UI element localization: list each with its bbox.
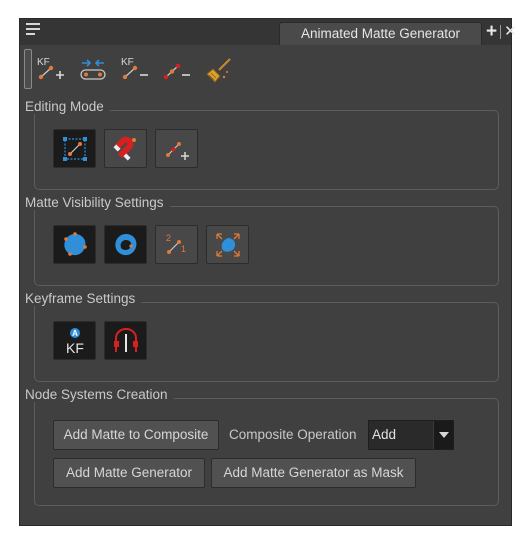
panel-titlebar: Animated Matte Generator + ✕: [20, 19, 517, 45]
set-starting-keyframe-button[interactable]: [78, 55, 108, 85]
magnet-icon: [113, 136, 136, 161]
onion-skin-icon: [114, 328, 138, 352]
add-matte-generator-as-mask-button[interactable]: Add Matte Generator as Mask: [211, 458, 416, 488]
show-inner-contour-button[interactable]: [104, 225, 147, 264]
show-expand-button[interactable]: [206, 225, 249, 264]
matte-visibility-group: Matte Visibility Settings 2 1: [21, 195, 499, 286]
editing-mode-buttons: [53, 129, 198, 168]
add-point-icon: [166, 142, 189, 160]
editing-mode-label: Editing Mode: [21, 99, 110, 114]
svg-text:2: 2: [166, 233, 171, 243]
auto-keyframe-kf-text: KF: [66, 340, 84, 356]
editing-mode-group: Editing Mode: [21, 99, 499, 190]
svg-text:1: 1: [181, 244, 186, 254]
delete-keyframe-icon: KF: [121, 57, 148, 80]
transform-icon: [63, 137, 87, 161]
matte-visibility-label: Matte Visibility Settings: [21, 195, 170, 210]
composite-operation-label: Composite Operation: [229, 427, 357, 442]
remove-point-button[interactable]: [162, 55, 192, 85]
toolbar: KF KF: [36, 55, 234, 85]
node-systems-group: Node Systems Creation Add Matte to Compo…: [21, 387, 499, 506]
add-point-mode-button[interactable]: [155, 129, 198, 168]
add-matte-to-composite-button[interactable]: Add Matte to Composite: [53, 420, 219, 450]
animated-matte-generator-panel: Animated Matte Generator + ✕ KF KF Editi…: [19, 18, 517, 526]
add-tab-icon[interactable]: +: [486, 22, 497, 41]
node-systems-label: Node Systems Creation: [21, 387, 174, 402]
auto-keyframe-icon: A KF: [66, 328, 84, 356]
broom-button[interactable]: [204, 55, 234, 85]
create-keyframe-text: KF: [37, 57, 50, 68]
remove-point-icon: [163, 63, 190, 80]
toolbar-grip-handle[interactable]: [24, 49, 32, 89]
create-keyframe-button[interactable]: KF: [36, 55, 66, 85]
tab-animated-matte-generator[interactable]: Animated Matte Generator: [279, 22, 482, 45]
broom-icon: [206, 58, 231, 83]
keyframe-settings-group: Keyframe Settings A KF: [21, 291, 499, 382]
close-icon[interactable]: ✕: [504, 24, 517, 40]
keyframe-settings-label: Keyframe Settings: [21, 291, 142, 306]
outer-contour-icon: [64, 232, 87, 256]
create-keyframe-icon: KF: [37, 57, 64, 80]
show-point-order-button[interactable]: 2 1: [155, 225, 198, 264]
delete-keyframe-text: KF: [121, 57, 134, 68]
tab-actions-divider: [500, 25, 502, 39]
keyframe-settings-buttons: A KF: [53, 321, 147, 360]
auto-keyframe-button[interactable]: A KF: [53, 321, 96, 360]
point-order-icon: 2 1: [166, 233, 186, 254]
panel-menu-icon[interactable]: [26, 23, 40, 39]
composite-operation-select[interactable]: Add: [368, 420, 454, 450]
inner-contour-icon: [115, 234, 137, 256]
transform-mode-button[interactable]: [53, 129, 96, 168]
keyframe-arrows-icon: [80, 59, 106, 80]
auto-keyframe-badge-text: A: [72, 329, 78, 338]
delete-keyframe-button[interactable]: KF: [120, 55, 150, 85]
magnet-mode-button[interactable]: [104, 129, 147, 168]
show-outer-contour-button[interactable]: [53, 225, 96, 264]
matte-visibility-buttons: 2 1: [53, 225, 249, 264]
composite-operation-value: Add: [372, 427, 397, 442]
tab-actions: + ✕: [486, 22, 517, 41]
onion-skin-button[interactable]: [104, 321, 147, 360]
expand-contour-icon: [216, 233, 240, 257]
add-matte-generator-button[interactable]: Add Matte Generator: [53, 458, 205, 488]
dropdown-arrow-icon[interactable]: [433, 421, 453, 449]
